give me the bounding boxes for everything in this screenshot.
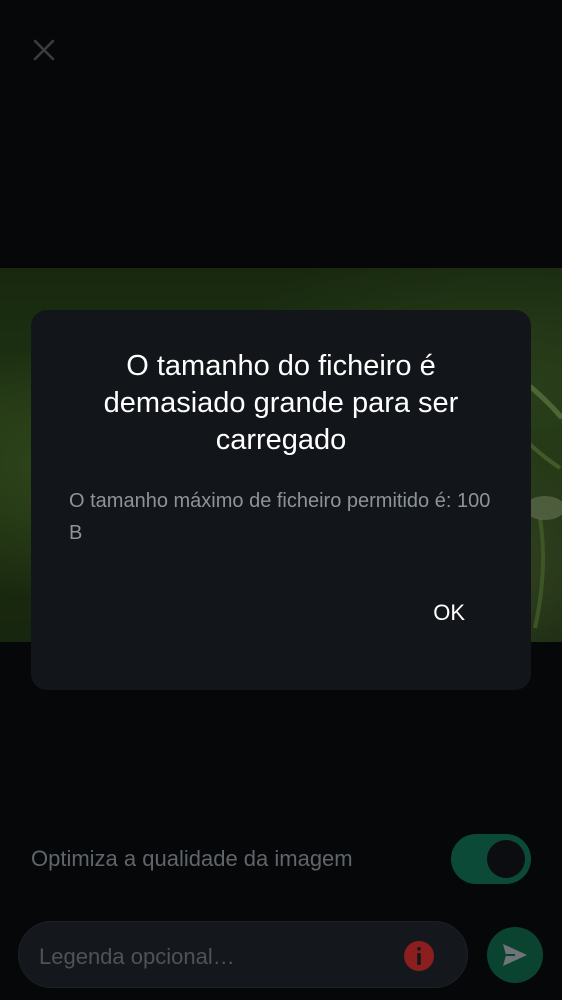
ok-button[interactable]: OK: [417, 594, 481, 632]
media-preview-screen: O tamanho do ficheiro é demasiado grande…: [0, 0, 562, 1000]
send-button[interactable]: [487, 927, 543, 983]
dialog-message: O tamanho máximo de ficheiro permitido é…: [69, 490, 491, 544]
optimize-quality-row: Optimiza a qualidade da imagem: [31, 833, 531, 885]
send-icon: [503, 944, 527, 966]
dialog-title: O tamanho do ficheiro é demasiado grande…: [103, 350, 459, 456]
caption-bar: [18, 921, 468, 991]
info-icon[interactable]: [403, 940, 435, 972]
toggle-knob: [487, 840, 525, 878]
optimize-quality-label: Optimiza a qualidade da imagem: [31, 846, 353, 871]
file-too-large-dialog: O tamanho do ficheiro é demasiado grande…: [31, 310, 531, 690]
optimize-quality-toggle[interactable]: [451, 834, 531, 884]
caption-input[interactable]: [37, 922, 401, 991]
